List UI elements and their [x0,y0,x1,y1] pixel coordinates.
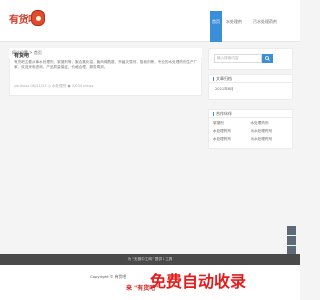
post-title[interactable]: 有货吧 [14,52,29,59]
qrcode-button[interactable] [287,236,296,245]
partner-link[interactable]: 水处理药剂 [213,129,251,134]
copyright: Copyright © 有货吧 [90,274,127,279]
nav-item-water-treatment[interactable]: 水处理剂 [222,11,249,42]
breadcrumb: 网站位置 > 首页 [9,48,202,58]
partners-title: 合作伙伴 [209,110,292,118]
archive-panel: 文章归档 2021年8月 [208,74,293,100]
partner-link[interactable]: 污水处理药剂 [251,129,289,134]
watermark-banner: 免费自动收录 [150,272,247,291]
search-input[interactable]: 输入搜索内容 [214,54,262,63]
site-header: 有货吧 首页 水处理剂 污水处理药剂 [0,0,300,42]
nav-item-home[interactable]: 首页 [210,11,222,42]
footer-bar: 为 "无极中工网" 提供 ⅰ 工具 [0,254,300,265]
share-button[interactable] [287,226,296,235]
partners-panel: 合作伙伴 絮凝剂 水处理药剂 水处理药剂 污水处理药剂 水处理药剂 污水处理药剂 [208,109,293,149]
partner-link[interactable]: 水处理药剂 [251,121,289,126]
floating-toolbar [287,226,296,255]
partner-link[interactable]: 污水处理药剂 [251,137,289,142]
archive-item[interactable]: 2021年8月 [209,83,292,96]
search-icon [265,56,270,61]
nav-item-wastewater-agents[interactable]: 污水处理药剂 [249,11,282,42]
partner-link[interactable]: 水处理药剂 [213,137,251,142]
post-meta: youhuoz 06/21/23 ◎ 水处理剂 ● 2,004 views [14,84,94,88]
post-excerpt: 有货吧主要从事水处理剂，絮凝剂等，聚合氯化铝，聚丙烯酰胺，杀菌灭藻剂，阻垢剂等，… [14,60,198,70]
main-nav: 首页 水处理剂 污水处理药剂 [210,11,282,42]
logo-badge-icon [31,10,45,26]
search-button[interactable] [262,54,273,63]
archive-title: 文章归档 [209,75,292,83]
site-logo[interactable]: 有货吧 [9,8,45,32]
partner-link[interactable]: 絮凝剂 [213,121,251,126]
partner-links: 絮凝剂 水处理药剂 水处理药剂 污水处理药剂 水处理药剂 污水处理药剂 [209,118,292,145]
